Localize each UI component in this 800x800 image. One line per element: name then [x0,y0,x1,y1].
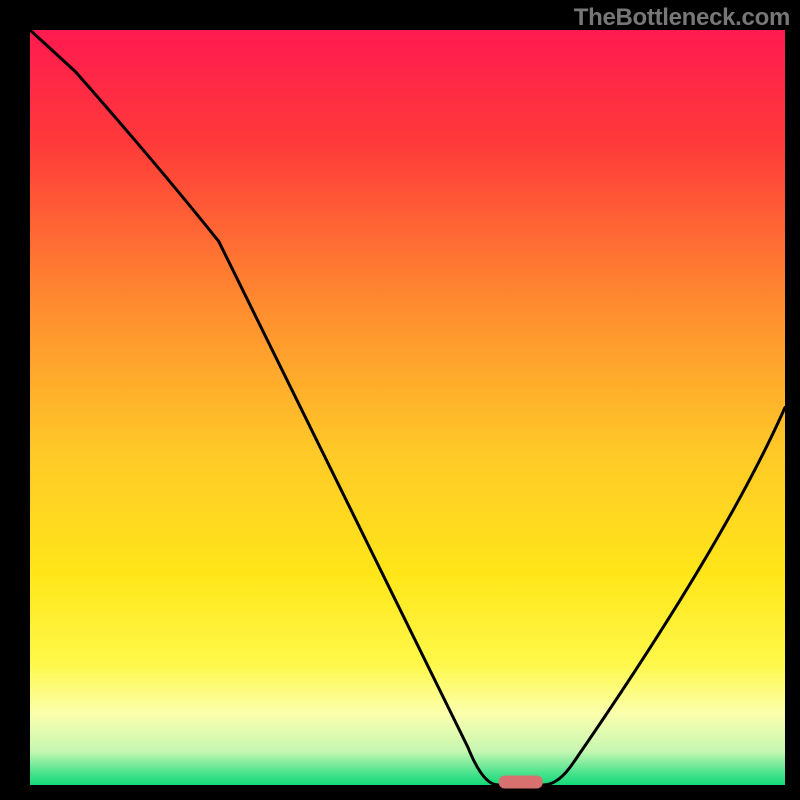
chart-container: TheBottleneck.com [0,0,800,800]
optimal-marker [499,776,543,789]
watermark-text: TheBottleneck.com [574,4,790,32]
plot-background [30,30,785,785]
bottleneck-chart [0,0,800,800]
